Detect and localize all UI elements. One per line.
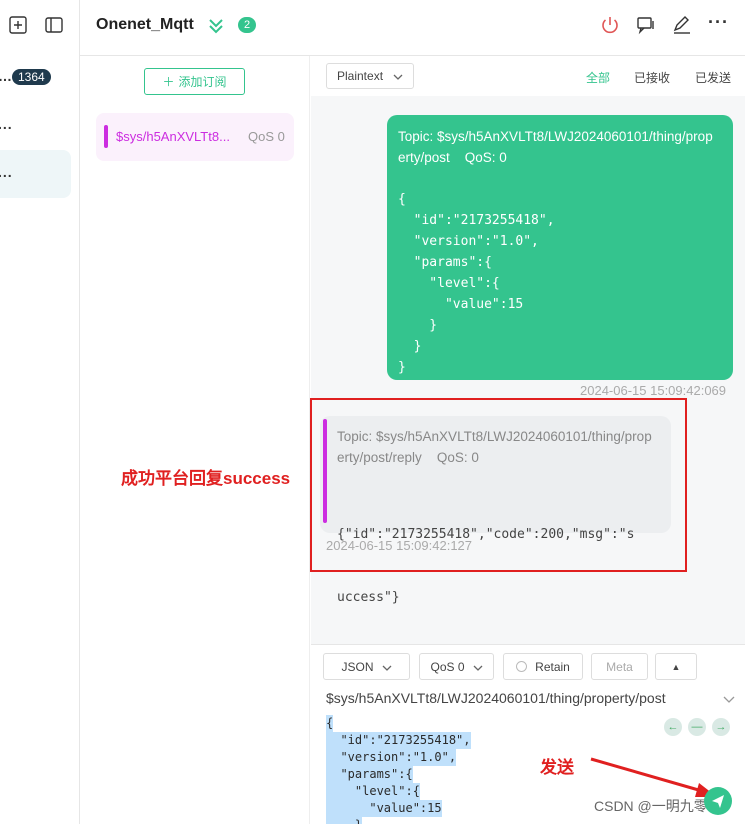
subscription-topic: $sys/h5AnXVLTt8... xyxy=(116,129,230,144)
expand-chevron-icon[interactable] xyxy=(208,17,224,38)
plus-icon: ＋ xyxy=(162,75,175,89)
active-connection-item[interactable]: ... xyxy=(0,150,71,198)
subscription-item[interactable]: $sys/h5AnXVLTt8... QoS 0 xyxy=(96,113,294,161)
connection-item-dots[interactable]: ... xyxy=(0,116,13,132)
chevron-down-icon xyxy=(473,660,483,674)
highlight-box xyxy=(310,398,687,572)
payload-type-value: JSON xyxy=(341,659,374,674)
payload-line: { xyxy=(326,715,334,732)
qos-value: QoS 0 xyxy=(430,659,465,674)
connection-title: Onenet_Mqtt xyxy=(96,16,194,33)
payload-code: { "id":"2173255418", "version":"1.0", "p… xyxy=(326,715,471,824)
history-forward-icon[interactable]: → xyxy=(712,718,730,736)
toggle-sidebar-icon[interactable] xyxy=(44,15,64,35)
more-icon[interactable]: ··· xyxy=(708,12,729,33)
triangle-up-icon: ▲ xyxy=(671,661,681,672)
message-composer: JSON QoS 0 Retain Meta ▲ $sys/h5AnXVLTt8… xyxy=(311,644,745,824)
sent-message-bubble: Topic: $sys/h5AnXVLTt8/LWJ2024060101/thi… xyxy=(387,115,733,380)
payload-line: "value":15 xyxy=(326,800,442,817)
payload-type-select[interactable]: JSON xyxy=(323,653,410,680)
publish-topic-input[interactable]: $sys/h5AnXVLTt8/LWJ2024060101/thing/prop… xyxy=(326,690,666,706)
unread-badge: 1364 xyxy=(12,69,51,85)
tab-all[interactable]: 全部 xyxy=(586,69,610,86)
qos-select[interactable]: QoS 0 xyxy=(419,653,494,680)
send-annotation: 发送 xyxy=(540,758,574,777)
collapse-button[interactable]: ▲ xyxy=(655,653,697,680)
send-icon xyxy=(712,795,724,808)
chat-icon[interactable] xyxy=(636,15,656,38)
history-reset-icon[interactable]: — xyxy=(688,718,706,736)
history-back-icon[interactable]: ← xyxy=(664,718,682,736)
chevron-down-icon[interactable] xyxy=(723,692,735,707)
connections-sidebar: … 1364 ... ... xyxy=(0,0,80,824)
sent-message-payload: { "id":"2173255418", "version":"1.0", "p… xyxy=(398,192,555,375)
format-select[interactable]: Plaintext xyxy=(326,63,414,89)
payload-line: "version":"1.0", xyxy=(326,749,457,766)
csdn-watermark: CSDN @一明九零 xyxy=(594,798,708,814)
add-subscription-button[interactable]: ＋ 添加订阅 xyxy=(144,68,245,95)
add-subscription-label: 添加订阅 xyxy=(178,75,227,89)
add-connection-icon[interactable] xyxy=(8,15,28,35)
payload-line: "params":{ xyxy=(326,766,413,783)
payload-line: } xyxy=(326,817,363,824)
disconnect-icon[interactable] xyxy=(600,15,620,38)
reply-annotation: 成功平台回复success xyxy=(121,469,291,488)
tab-received[interactable]: 已接收 xyxy=(634,69,670,86)
sent-message-qos: QoS: 0 xyxy=(464,150,507,165)
connection-item-dots: ... xyxy=(0,164,13,180)
meta-button[interactable]: Meta xyxy=(591,653,648,680)
sent-message-time: 2024-06-15 15:09:42:069 xyxy=(580,383,727,398)
subscriptions-panel: ＋ 添加订阅 $sys/h5AnXVLTt8... QoS 0 xyxy=(80,56,310,824)
sent-message-topic: Topic: $sys/h5AnXVLTt8/LWJ2024060101/thi… xyxy=(398,126,728,168)
meta-label: Meta xyxy=(606,659,633,674)
payload-line: "level":{ xyxy=(326,783,420,800)
subscription-qos: QoS 0 xyxy=(248,129,285,144)
edit-icon[interactable] xyxy=(672,15,692,38)
connection-header: Onenet_Mqtt 2 ··· xyxy=(80,0,745,56)
subscription-color-bar xyxy=(104,125,108,148)
received-payload-line: uccess"} xyxy=(337,590,400,605)
tab-sent[interactable]: 已发送 xyxy=(695,69,731,86)
payload-line: "id":"2173255418", xyxy=(326,732,471,749)
connection-count-badge: 2 xyxy=(238,17,257,33)
sent-topic-line: erty/post xyxy=(398,150,450,165)
chevron-down-icon xyxy=(382,660,392,674)
retain-label: Retain xyxy=(535,659,570,674)
chevron-down-icon xyxy=(393,69,403,83)
retain-checkbox[interactable]: Retain xyxy=(503,653,583,680)
send-button[interactable] xyxy=(704,787,732,815)
radio-circle-icon xyxy=(516,661,528,672)
sent-topic-line: Topic: $sys/h5AnXVLTt8/LWJ2024060101/thi… xyxy=(398,129,713,144)
messages-toolbar: Plaintext 全部 已接收 已发送 xyxy=(311,56,745,96)
format-select-value: Plaintext xyxy=(337,69,384,83)
